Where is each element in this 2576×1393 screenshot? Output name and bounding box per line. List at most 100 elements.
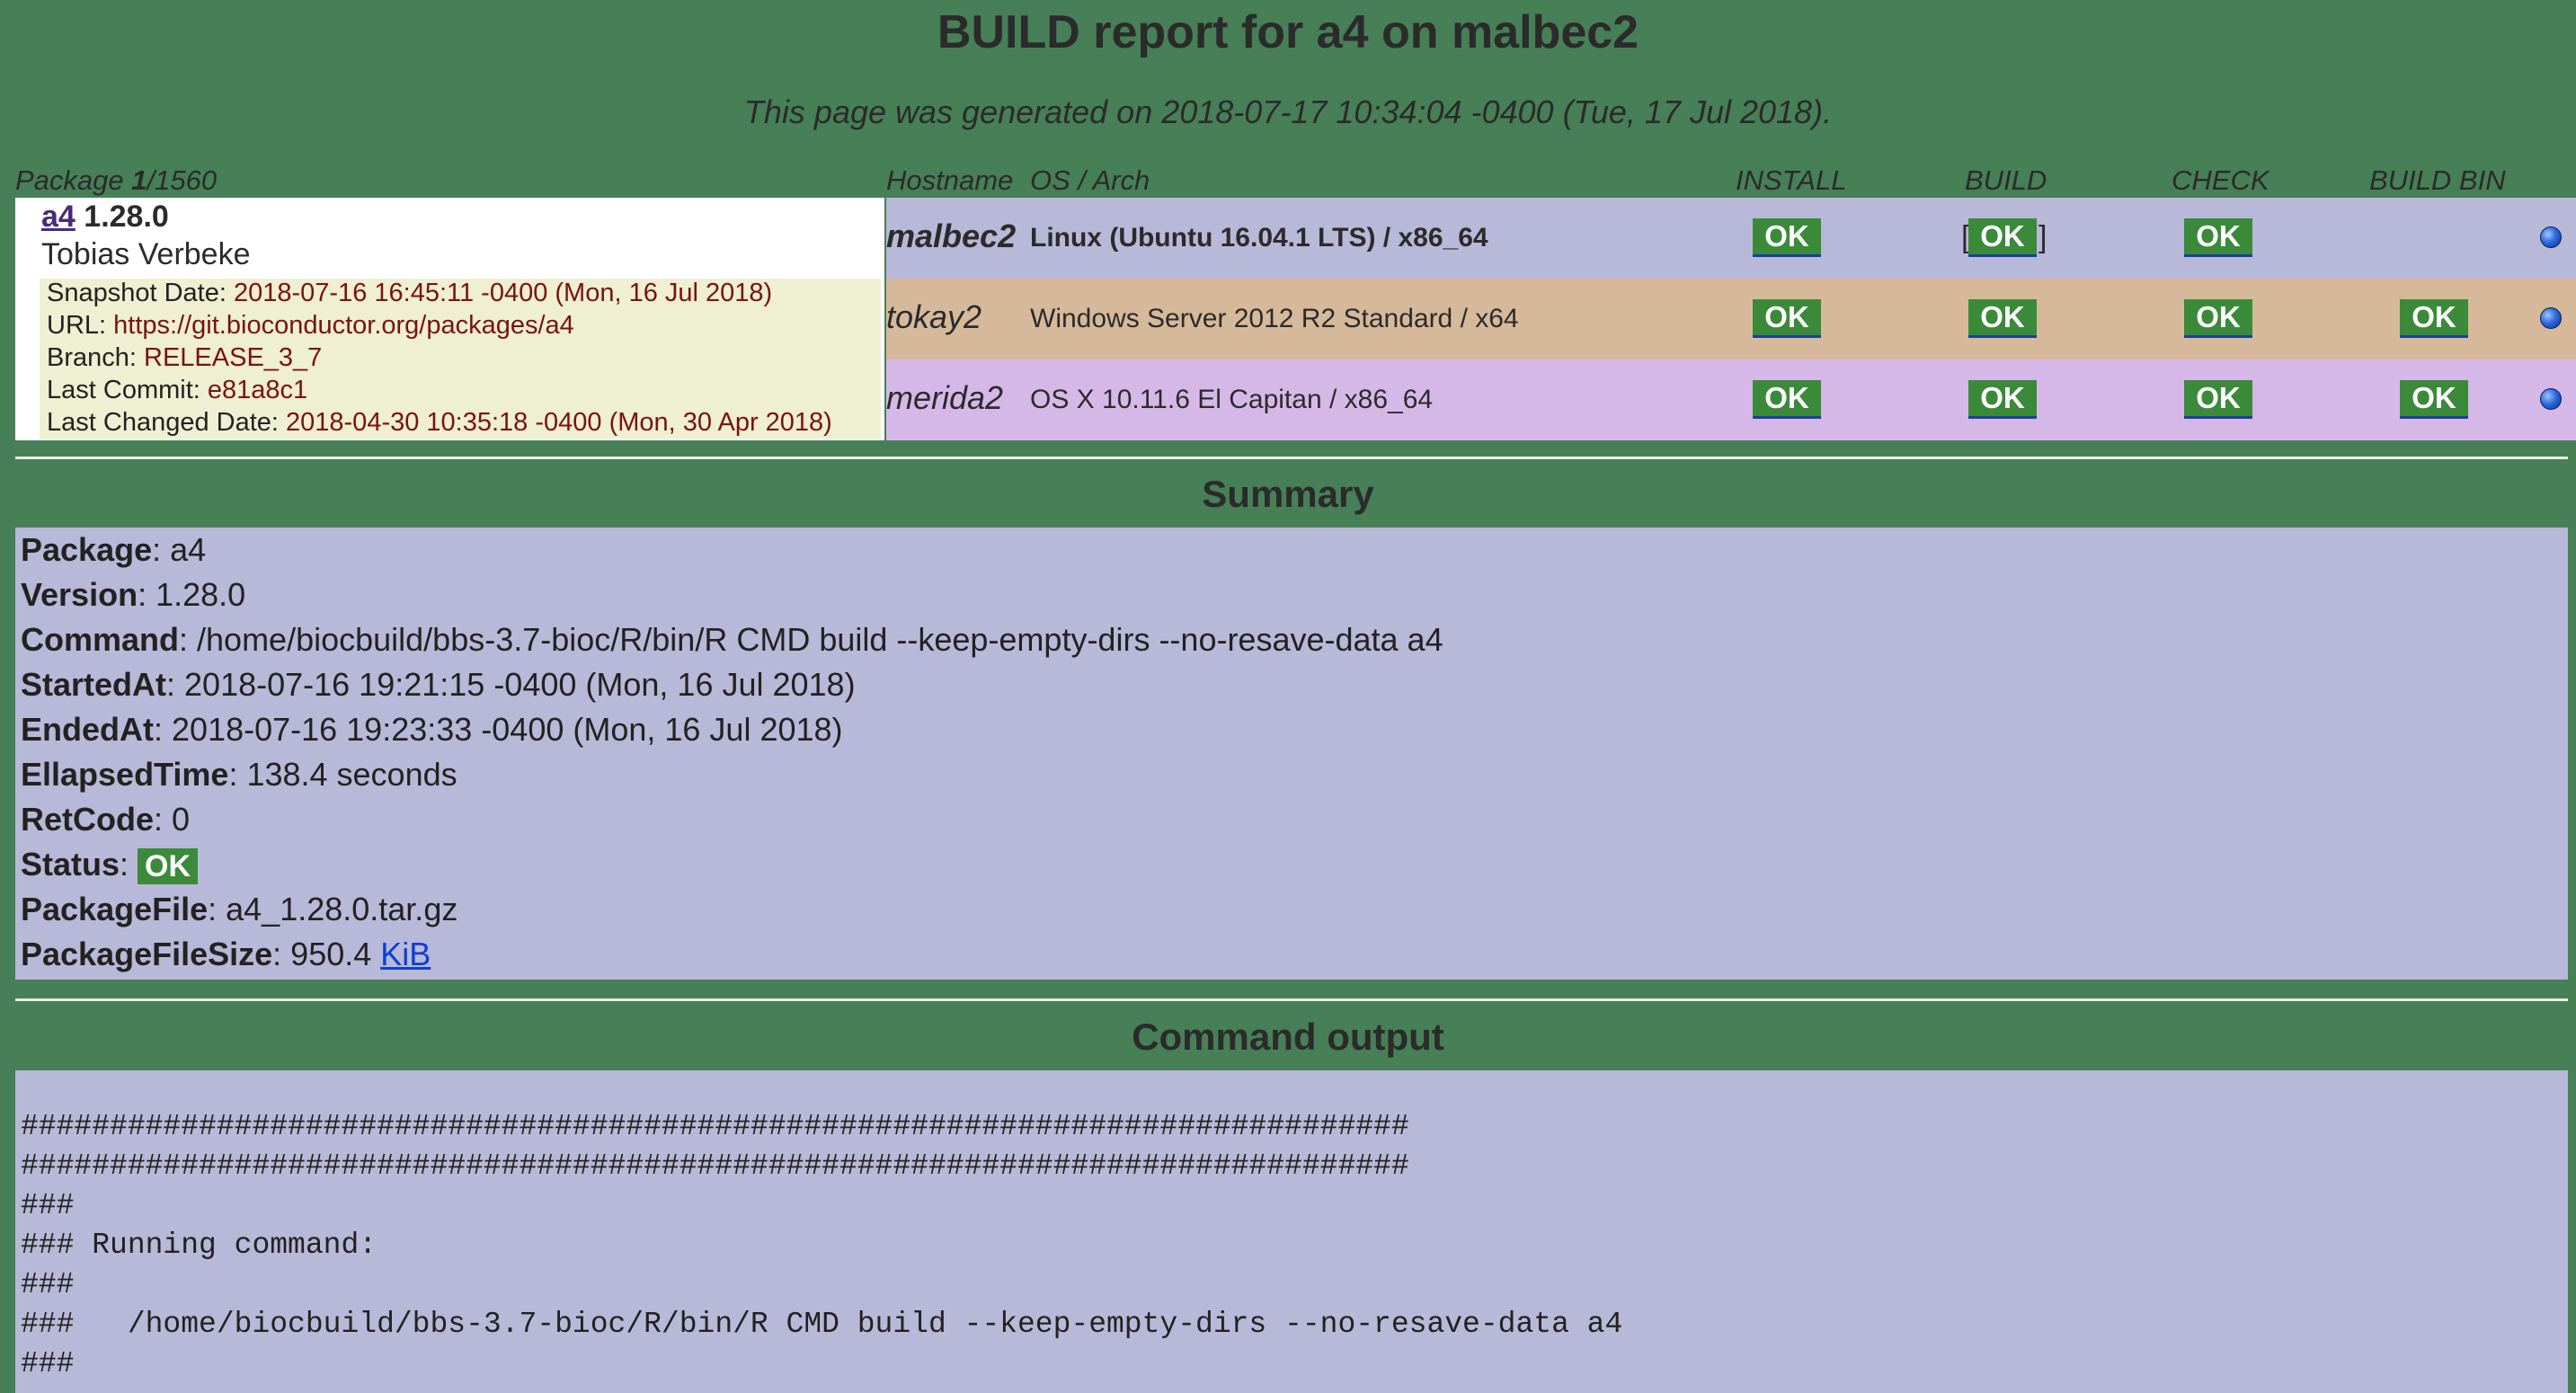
branch-value: RELEASE_3_7 bbox=[144, 343, 323, 372]
summary-row: Version: 1.28.0 bbox=[21, 576, 245, 614]
command-output-panel: ########################################… bbox=[15, 1070, 2568, 1393]
summary-label: EllapsedTime bbox=[21, 756, 229, 793]
last-changed-value: 2018-04-30 10:35:18 -0400 (Mon, 30 Apr 2… bbox=[286, 408, 832, 437]
summary-value: : a4_1.28.0.tar.gz bbox=[208, 891, 458, 927]
output-line: ### /home/biocbuild/bbs-3.7-bioc/R/bin/R… bbox=[21, 1308, 1623, 1341]
status-badge: OK bbox=[138, 848, 199, 885]
page-title: BUILD report for a4 on malbec2 bbox=[937, 6, 1639, 58]
summary-row: EndedAt: 2018-07-16 19:23:33 -0400 (Mon,… bbox=[21, 711, 843, 749]
hostname: tokay2 bbox=[886, 298, 982, 335]
kib-link[interactable]: KiB bbox=[380, 936, 431, 972]
package-version: 1.28.0 bbox=[84, 200, 169, 234]
status-label: Status bbox=[21, 846, 120, 883]
build-status-badge[interactable]: OK bbox=[1968, 218, 2037, 257]
check-status-badge[interactable]: OK bbox=[2184, 218, 2252, 257]
package-maintainer: Tobias Verbeke bbox=[41, 237, 251, 271]
summary-label: PackageFile bbox=[21, 891, 209, 927]
install-status-badge[interactable]: OK bbox=[1753, 299, 1821, 338]
os-arch: Windows Server 2012 R2 Standard / x64 bbox=[1030, 304, 1519, 333]
generated-timestamp: This page was generated on 2018-07-17 10… bbox=[743, 93, 1833, 130]
branch: Branch: RELEASE_3_7 bbox=[47, 343, 322, 373]
host-row-malbec2: malbec2 Linux (Ubuntu 16.04.1 LTS) / x86… bbox=[886, 198, 2576, 279]
check-status-badge[interactable]: OK bbox=[2184, 299, 2252, 338]
check-header: CHECK bbox=[2172, 164, 2270, 196]
build-status-badge[interactable]: OK bbox=[1968, 299, 2037, 338]
hostname-header: Hostname bbox=[886, 164, 1014, 196]
build-bin-status-badge[interactable]: OK bbox=[2400, 299, 2468, 338]
package-index: 1 bbox=[131, 164, 147, 196]
last-commit-value: e81a8c1 bbox=[207, 376, 308, 404]
install-header: INSTALL bbox=[1736, 164, 1847, 196]
package-name-link[interactable]: a4 bbox=[41, 200, 76, 234]
url-value[interactable]: https://git.bioconductor.org/packages/a4 bbox=[113, 311, 574, 340]
snapshot-date: Snapshot Date: 2018-07-16 16:45:11 -0400… bbox=[47, 279, 772, 308]
summary-label: Command bbox=[21, 621, 180, 658]
summary-row: RetCode: 0 bbox=[21, 801, 190, 838]
last-commit-label: Last Commit: bbox=[47, 376, 208, 404]
output-line: ########################################… bbox=[21, 1110, 1409, 1143]
url-label: URL: bbox=[47, 311, 114, 340]
build-status-badge[interactable]: OK bbox=[1968, 380, 2037, 419]
snapshot-date-value: 2018-07-16 16:45:11 -0400 (Mon, 16 Jul 2… bbox=[233, 279, 773, 307]
output-line: ### Running command: bbox=[21, 1229, 378, 1262]
summary-value: : 2018-07-16 19:23:33 -0400 (Mon, 16 Jul… bbox=[154, 711, 843, 748]
summary-value: : 0 bbox=[154, 801, 191, 838]
summary-label: EndedAt bbox=[21, 711, 154, 748]
summary-label: RetCode bbox=[21, 801, 155, 838]
bracket-close: ] bbox=[2039, 220, 2047, 254]
summary-heading: Summary bbox=[1202, 473, 1374, 515]
summary-panel: Package: a4 Version: 1.28.0 Command: /ho… bbox=[15, 528, 2568, 980]
summary-value: : /home/biocbuild/bbs-3.7-bioc/R/bin/R C… bbox=[179, 621, 1443, 658]
last-changed-date: Last Changed Date: 2018-04-30 10:35:18 -… bbox=[47, 408, 832, 438]
summary-row: Command: /home/biocbuild/bbs-3.7-bioc/R/… bbox=[21, 621, 1443, 659]
divider bbox=[15, 457, 2568, 459]
output-line: ### bbox=[21, 1189, 75, 1222]
summary-row: StartedAt: 2018-07-16 19:21:15 -0400 (Mo… bbox=[21, 666, 856, 704]
install-status-badge[interactable]: OK bbox=[1753, 218, 1821, 257]
check-status-badge[interactable]: OK bbox=[2184, 380, 2252, 419]
blue-ball-icon bbox=[2540, 388, 2562, 410]
branch-label: Branch: bbox=[47, 343, 144, 372]
summary-value: : 2018-07-16 19:21:15 -0400 (Mon, 16 Jul… bbox=[166, 666, 856, 703]
summary-label: PackageFileSize bbox=[21, 936, 273, 972]
output-line: ### bbox=[21, 1268, 75, 1301]
os-arch: OS X 10.11.6 El Capitan / x86_64 bbox=[1030, 385, 1434, 414]
summary-label: Package bbox=[21, 531, 153, 568]
summary-status-row: Status: OK bbox=[21, 846, 199, 885]
status-separator: : bbox=[120, 846, 138, 883]
snapshot-date-label: Snapshot Date: bbox=[47, 279, 234, 307]
summary-row: EllapsedTime: 138.4 seconds bbox=[21, 756, 457, 794]
summary-row: PackageFileSize: 950.4 KiB bbox=[21, 936, 431, 973]
output-line: ########################################… bbox=[21, 1149, 1409, 1183]
output-line: ### bbox=[21, 1347, 75, 1380]
summary-value: : a4 bbox=[152, 531, 207, 568]
package-url: URL: https://git.bioconductor.org/packag… bbox=[47, 311, 574, 341]
os-arch: Linux (Ubuntu 16.04.1 LTS) / x86_64 bbox=[1030, 223, 1488, 253]
summary-row: Package: a4 bbox=[21, 531, 206, 569]
build-bin-header: BUILD BIN bbox=[2369, 164, 2506, 196]
build-header: BUILD bbox=[1965, 164, 2047, 196]
blue-ball-icon bbox=[2540, 307, 2562, 329]
summary-label: StartedAt bbox=[21, 666, 167, 703]
last-commit: Last Commit: e81a8c1 bbox=[47, 376, 307, 405]
summary-value: : 950.4 bbox=[272, 936, 381, 972]
hostname: merida2 bbox=[886, 379, 1004, 416]
install-status-badge[interactable]: OK bbox=[1753, 380, 1821, 419]
summary-value: : 1.28.0 bbox=[138, 576, 246, 613]
divider bbox=[15, 998, 2568, 1001]
blue-ball-icon bbox=[2540, 226, 2562, 248]
package-heading: a4 1.28.0 bbox=[41, 200, 169, 235]
package-total: /1560 bbox=[147, 164, 218, 196]
summary-value: : 138.4 seconds bbox=[228, 756, 457, 793]
host-row-tokay2: tokay2 Windows Server 2012 R2 Standard /… bbox=[886, 279, 2576, 359]
summary-row: PackageFile: a4_1.28.0.tar.gz bbox=[21, 891, 457, 928]
last-changed-label: Last Changed Date: bbox=[47, 408, 287, 437]
package-label: Package bbox=[15, 164, 132, 196]
package-metadata: Snapshot Date: 2018-07-16 16:45:11 -0400… bbox=[40, 279, 881, 439]
hostname: malbec2 bbox=[886, 217, 1017, 254]
os-arch-header: OS / Arch bbox=[1030, 164, 1150, 196]
host-row-merida2: merida2 OS X 10.11.6 El Capitan / x86_64… bbox=[886, 359, 2576, 440]
build-bin-status-badge[interactable]: OK bbox=[2400, 380, 2468, 419]
summary-label: Version bbox=[21, 576, 138, 613]
package-count-header: Package 1/1560 bbox=[15, 164, 217, 197]
